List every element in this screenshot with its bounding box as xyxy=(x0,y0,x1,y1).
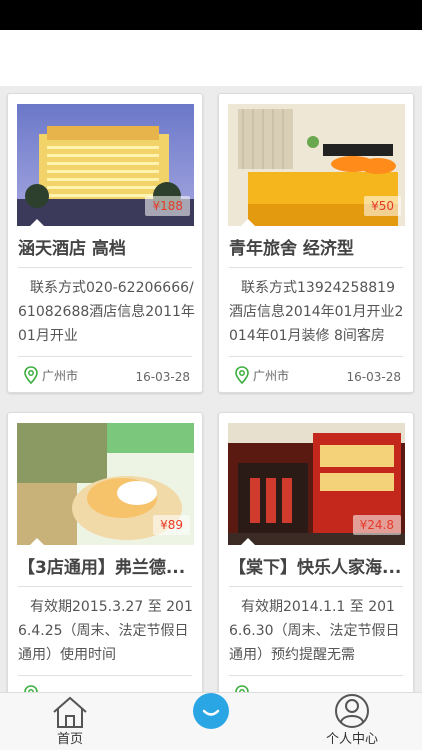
divider xyxy=(229,586,403,587)
restaurant-photo[interactable]: ¥24.8 xyxy=(228,423,405,545)
price-badge: ¥24.8 xyxy=(352,515,401,535)
dessert-photo[interactable]: ¥89 xyxy=(17,423,194,545)
listing-card[interactable]: ¥89 【3店通用】弗兰德... 有效期2015.3.27 至 2016.4.2… xyxy=(7,412,203,692)
location-pin-icon xyxy=(24,685,38,692)
price-badge: ¥188 xyxy=(145,196,190,216)
divider xyxy=(18,356,192,357)
hotel-photo[interactable]: ¥188 xyxy=(17,104,194,226)
price-badge: ¥50 xyxy=(364,196,401,216)
divider xyxy=(229,675,403,676)
listing-location xyxy=(24,685,42,692)
listing-card[interactable]: ¥50 青年旅舍 经济型 联系方式13924258819酒店信息2014年01月… xyxy=(218,93,414,393)
center-action-button[interactable] xyxy=(193,693,229,729)
divider xyxy=(18,267,192,268)
divider xyxy=(18,675,192,676)
image-notch xyxy=(29,538,45,545)
divider xyxy=(229,267,403,268)
listing-description: 有效期2014.1.1 至 2016.6.30（周末、法定节假日通用）预约提醒无… xyxy=(229,599,400,663)
listing-location: 广州市 xyxy=(235,366,289,384)
home-icon xyxy=(53,696,87,728)
divider xyxy=(229,356,403,357)
listing-title: 【3店通用】弗兰德... xyxy=(18,558,186,578)
smile-icon xyxy=(202,709,220,716)
header xyxy=(0,30,422,86)
listing-description: 联系方式020-62206666/61082688酒店信息2011年01月开业 xyxy=(18,280,195,344)
listing-card[interactable]: ¥188 涵天酒店 高档 联系方式020-62206666/61082688酒店… xyxy=(7,93,203,393)
image-notch xyxy=(240,538,256,545)
listing-date: 16-03-28 xyxy=(135,370,190,384)
image-notch xyxy=(29,219,45,226)
listing-title: 青年旅舍 经济型 xyxy=(229,239,354,259)
listing-date: 16-03-28 xyxy=(346,370,401,384)
location-pin-icon xyxy=(24,366,38,384)
price-badge: ¥89 xyxy=(153,515,190,535)
tab-home[interactable]: 首页 xyxy=(0,693,140,750)
tab-profile-label: 个人中心 xyxy=(325,732,378,747)
tab-profile[interactable]: 个人中心 xyxy=(282,693,422,750)
listing-grid[interactable]: ¥188 涵天酒店 高档 联系方式020-62206666/61082688酒店… xyxy=(0,86,422,692)
tab-home-label: 首页 xyxy=(56,732,83,747)
status-bar xyxy=(0,0,422,30)
listing-card[interactable]: ¥24.8 【棠下】快乐人家海... 有效期2014.1.1 至 2016.6.… xyxy=(218,412,414,692)
listing-description: 联系方式13924258819酒店信息2014年01月开业2014年01月装修 … xyxy=(229,280,404,344)
divider xyxy=(18,586,192,587)
listing-location xyxy=(235,685,253,692)
listing-title: 涵天酒店 高档 xyxy=(18,239,126,259)
listing-location: 广州市 xyxy=(24,366,78,384)
user-icon xyxy=(335,694,369,728)
listing-description: 有效期2015.3.27 至 2016.4.25（周末、法定节假日通用）使用时间 xyxy=(18,599,193,663)
location-pin-icon xyxy=(235,685,249,692)
location-text: 广州市 xyxy=(253,368,290,383)
hostel-photo[interactable]: ¥50 xyxy=(228,104,405,226)
location-pin-icon xyxy=(235,366,249,384)
location-text: 广州市 xyxy=(42,368,79,383)
listing-title: 【棠下】快乐人家海... xyxy=(229,558,402,578)
image-notch xyxy=(240,219,256,226)
